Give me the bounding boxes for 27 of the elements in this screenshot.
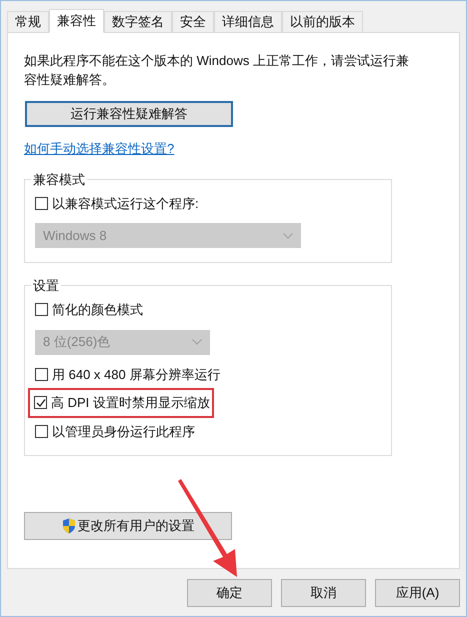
change-all-users-button[interactable]: 更改所有用户的设置 xyxy=(24,512,232,540)
checkbox-label[interactable]: 用 640 x 480 屏幕分辨率运行 xyxy=(52,364,220,384)
shield-icon xyxy=(62,518,76,534)
checkmark-icon xyxy=(36,398,46,408)
checkbox-label[interactable]: 高 DPI 设置时禁用显示缩放 xyxy=(51,393,210,412)
checkbox-label[interactable]: 简化的颜色模式 xyxy=(52,300,143,320)
checkbox-label[interactable]: 以兼容模式运行这个程序: xyxy=(52,194,199,213)
checkbox-label[interactable]: 以管理员身份运行此程序 xyxy=(52,422,195,441)
checkbox[interactable] xyxy=(35,368,48,381)
tab[interactable]: 常规 xyxy=(7,11,49,33)
checkbox[interactable] xyxy=(35,303,48,316)
dialog-button[interactable]: 应用(A) xyxy=(375,579,460,607)
tab[interactable]: 以前的版本 xyxy=(282,11,363,33)
dialog-button[interactable]: 取消 xyxy=(281,579,366,607)
troubleshoot-button[interactable]: 运行兼容性疑难解答 xyxy=(25,101,233,127)
dialog-button[interactable]: 确定 xyxy=(187,579,272,607)
tab[interactable]: 数字签名 xyxy=(104,11,172,33)
checkbox[interactable] xyxy=(35,424,48,438)
checkbox[interactable] xyxy=(35,196,48,210)
tab[interactable]: 安全 xyxy=(172,11,214,33)
help-link[interactable]: 如何手动选择兼容性设置? xyxy=(24,139,174,158)
checkbox[interactable] xyxy=(34,396,47,410)
tab[interactable]: 兼容性 xyxy=(49,9,104,33)
tab[interactable]: 详细信息 xyxy=(214,11,282,33)
chevron-down-icon xyxy=(192,339,202,345)
intro-text: 如果此程序不能在这个版本的 Windows 上正常工作，请尝试运行兼容性疑难解答。 xyxy=(24,52,410,89)
chevron-down-icon xyxy=(283,232,293,238)
